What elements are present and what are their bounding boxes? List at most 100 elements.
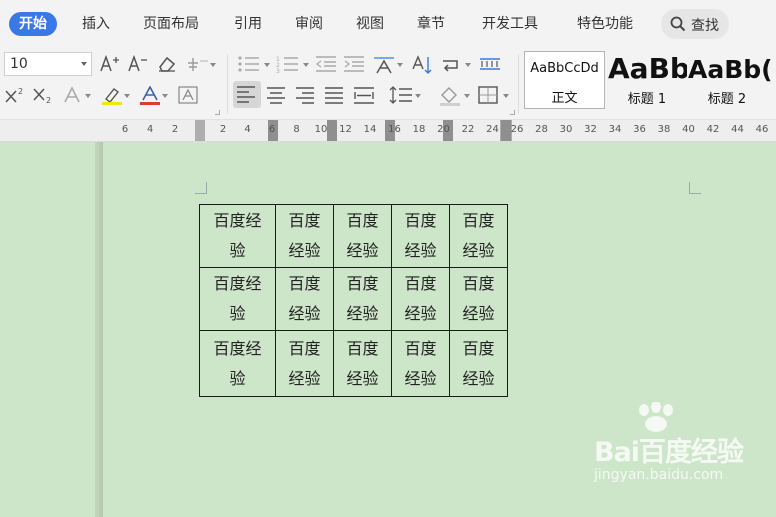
text-direction-icon xyxy=(374,57,394,74)
tab-developer-tools[interactable]: 开发工具 xyxy=(482,12,538,36)
highlight-button[interactable] xyxy=(98,82,130,108)
align-right-icon xyxy=(296,87,314,104)
tab-page-layout[interactable]: 页面布局 xyxy=(143,12,199,36)
svg-text:3: 3 xyxy=(276,68,280,73)
tab-insert[interactable]: 插入 xyxy=(82,12,110,36)
document-table[interactable]: 百度经验 百度经验 百度经验 百度经验 百度经验 百度经验 百度经验 百度经验 百度经验 百度经验… xyxy=(199,204,508,397)
table-body: 百度经验 百度经验 百度经验 百度经验 百度经验 百度经验 百度经验 百度经验 百度经验 百度经验… xyxy=(199,204,508,397)
borders-icon xyxy=(478,86,498,104)
table-cell[interactable]: 百度经验 xyxy=(333,204,392,268)
divider xyxy=(518,54,519,114)
text-direction-button[interactable] xyxy=(369,51,403,77)
ruler-mark: 36 xyxy=(633,124,646,135)
search-button[interactable]: 查找 xyxy=(661,9,729,39)
chevron-down-icon xyxy=(465,63,471,67)
table-cell[interactable]: 百度经验 xyxy=(391,330,450,397)
borders-button[interactable] xyxy=(475,82,509,108)
paw-logo-icon xyxy=(639,402,673,432)
menu-bar: 开始 插入 页面布局 引用 审阅 视图 章节 开发工具 特色功能 查找 xyxy=(0,0,776,48)
table-grid-icon xyxy=(480,58,500,70)
distribute-icon xyxy=(354,87,374,104)
sort-button[interactable] xyxy=(408,51,434,77)
grow-font-button[interactable] xyxy=(97,51,123,77)
paragraph-mark-button[interactable] xyxy=(437,51,471,77)
line-spacing-button[interactable] xyxy=(386,82,422,108)
style-heading-1[interactable]: AaBb 标题 1 xyxy=(607,51,687,109)
style-normal[interactable]: AaBbCcDd 正文 xyxy=(524,51,605,109)
table-cell[interactable]: 百度经验 xyxy=(275,204,334,268)
horizontal-ruler[interactable]: 6 4 2 2 4 6 8 10 12 14 16 18 20 22 24 26 28 30 32 34 36 38 40 4… xyxy=(0,120,776,142)
chevron-down-icon xyxy=(162,94,168,98)
numbered-list-icon: 1 2 3 xyxy=(276,56,298,73)
tab-view[interactable]: 视图 xyxy=(356,12,384,36)
ruler-mark: 46 xyxy=(755,124,769,135)
style-heading-1-sample: AaBb xyxy=(608,52,687,85)
chevron-down-icon xyxy=(397,63,403,67)
tab-references[interactable]: 引用 xyxy=(234,12,262,36)
ruler-mark: 12 xyxy=(339,124,352,135)
watermark-brand: Bai百度经验 xyxy=(594,437,744,468)
superscript-icon: 2 xyxy=(5,87,23,103)
svg-text:2: 2 xyxy=(46,96,51,104)
table-cell[interactable]: 百度经验 xyxy=(275,330,334,397)
shading-button[interactable] xyxy=(436,82,470,108)
divider xyxy=(227,54,228,114)
bullets-button[interactable] xyxy=(234,51,272,77)
character-border-button[interactable] xyxy=(175,82,201,108)
ruler-mark: 28 xyxy=(535,124,548,135)
align-center-button[interactable] xyxy=(263,82,289,108)
distribute-button[interactable] xyxy=(350,82,376,108)
chevron-down-icon xyxy=(464,94,470,98)
table-cell[interactable]: 百度经验 xyxy=(333,267,392,331)
ruler-mark: 4 xyxy=(244,124,251,135)
font-dialog-launcher-icon[interactable] xyxy=(215,110,220,115)
style-heading-2-name: 标题 2 xyxy=(707,92,747,107)
table-cell[interactable]: 百度经验 xyxy=(199,204,276,268)
font-color-button[interactable] xyxy=(136,82,168,108)
numbering-button[interactable]: 1 2 3 xyxy=(273,51,311,77)
highlighter-icon xyxy=(102,88,122,105)
table-cell[interactable]: 百度经验 xyxy=(199,267,276,331)
tab-special-features[interactable]: 特色功能 xyxy=(577,12,633,36)
tab-home[interactable]: 开始 xyxy=(9,12,57,36)
ruler-mark: 38 xyxy=(657,124,671,135)
svg-text:2: 2 xyxy=(18,87,23,96)
style-heading-2[interactable]: AaBb( 标题 2 xyxy=(687,51,776,109)
justify-button[interactable] xyxy=(321,82,347,108)
chevron-down-icon xyxy=(264,63,270,67)
ruler-mark: 18 xyxy=(412,124,426,135)
shrink-font-button[interactable] xyxy=(125,51,151,77)
ruler-mark: 44 xyxy=(731,124,744,135)
watermark-url: jingyan.baidu.com xyxy=(594,467,724,483)
font-size-select[interactable]: 10 xyxy=(4,52,92,76)
ruler-mark: 4 xyxy=(146,124,154,135)
table-cell[interactable]: 百度经验 xyxy=(391,204,450,268)
subscript-button[interactable]: 2 xyxy=(30,82,56,108)
table-cell[interactable]: 百度经验 xyxy=(275,267,334,331)
table-cell[interactable]: 百度经验 xyxy=(449,267,508,331)
clear-format-button[interactable] xyxy=(154,51,180,77)
decrease-indent-button[interactable] xyxy=(312,51,338,77)
table-cell[interactable]: 百度经验 xyxy=(199,330,276,397)
align-left-button[interactable] xyxy=(233,81,261,108)
return-arrow-icon xyxy=(443,60,458,72)
align-right-button[interactable] xyxy=(292,82,318,108)
ruler-mark: 20 xyxy=(437,124,450,135)
tab-review[interactable]: 审阅 xyxy=(295,12,323,36)
table-cell[interactable]: 百度经验 xyxy=(333,330,392,397)
phonetic-guide-button[interactable] xyxy=(183,51,216,77)
ruler-mark: 34 xyxy=(608,124,622,135)
table-cell[interactable]: 百度经验 xyxy=(391,267,450,331)
table-cell[interactable]: 百度经验 xyxy=(449,330,508,397)
phonetic-guide-icon xyxy=(188,58,208,71)
paragraph-dialog-launcher-icon[interactable] xyxy=(510,110,515,115)
text-effect-button[interactable] xyxy=(60,82,92,108)
ruler-mark: 26 xyxy=(510,124,524,135)
superscript-button[interactable]: 2 xyxy=(2,82,28,108)
increase-indent-button[interactable] xyxy=(340,51,366,77)
align-center-icon xyxy=(267,87,285,104)
table-grid-button[interactable] xyxy=(476,51,502,77)
table-cell[interactable]: 百度经验 xyxy=(449,204,508,268)
ruler-mark: 16 xyxy=(388,124,401,135)
tab-section[interactable]: 章节 xyxy=(417,12,445,36)
